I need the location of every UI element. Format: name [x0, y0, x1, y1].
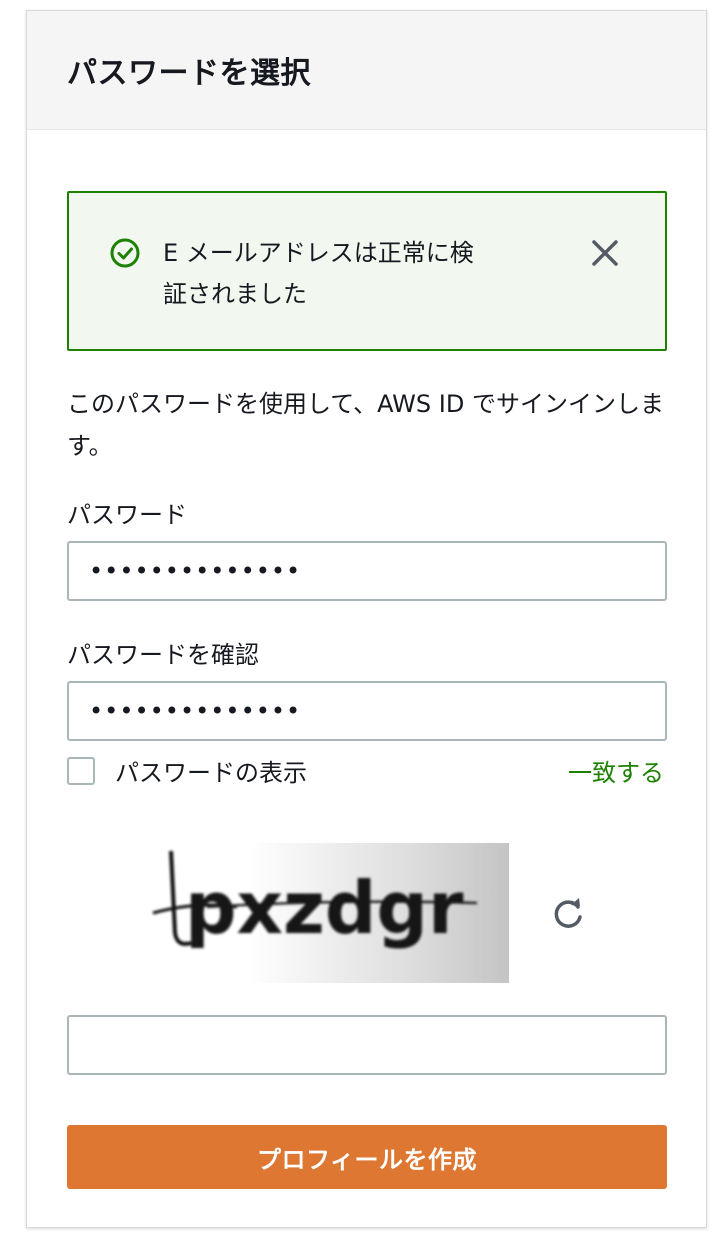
password-input[interactable]: [67, 541, 667, 601]
password-match-status: 一致する: [568, 759, 664, 787]
alert-message: E メールアドレスは正常に検証されました: [163, 239, 474, 308]
check-circle-icon: [109, 237, 141, 269]
confirm-password-label: パスワードを確認: [67, 641, 259, 669]
captcha-text: pxzdgr: [185, 866, 464, 950]
captcha-input[interactable]: [67, 1015, 667, 1075]
intro-text: このパスワードを使用して、AWS ID でサインインします。: [67, 390, 664, 460]
refresh-icon[interactable]: [549, 895, 587, 933]
captcha-image: pxzdgr: [137, 843, 509, 983]
close-icon[interactable]: [589, 237, 621, 269]
card-header: パスワードを選択: [27, 11, 706, 130]
page-title: パスワードを選択: [67, 56, 311, 91]
success-alert: E メールアドレスは正常に検証されました: [67, 191, 667, 351]
registration-card: パスワードを選択 E メールアドレスは正常に検証されました このパスワードを使用…: [26, 10, 707, 1228]
create-profile-button[interactable]: プロフィールを作成: [67, 1125, 667, 1189]
confirm-password-input[interactable]: [67, 681, 667, 741]
password-label: パスワード: [67, 501, 187, 529]
show-password-checkbox[interactable]: [67, 757, 95, 785]
show-password-label[interactable]: パスワードの表示: [115, 753, 307, 788]
